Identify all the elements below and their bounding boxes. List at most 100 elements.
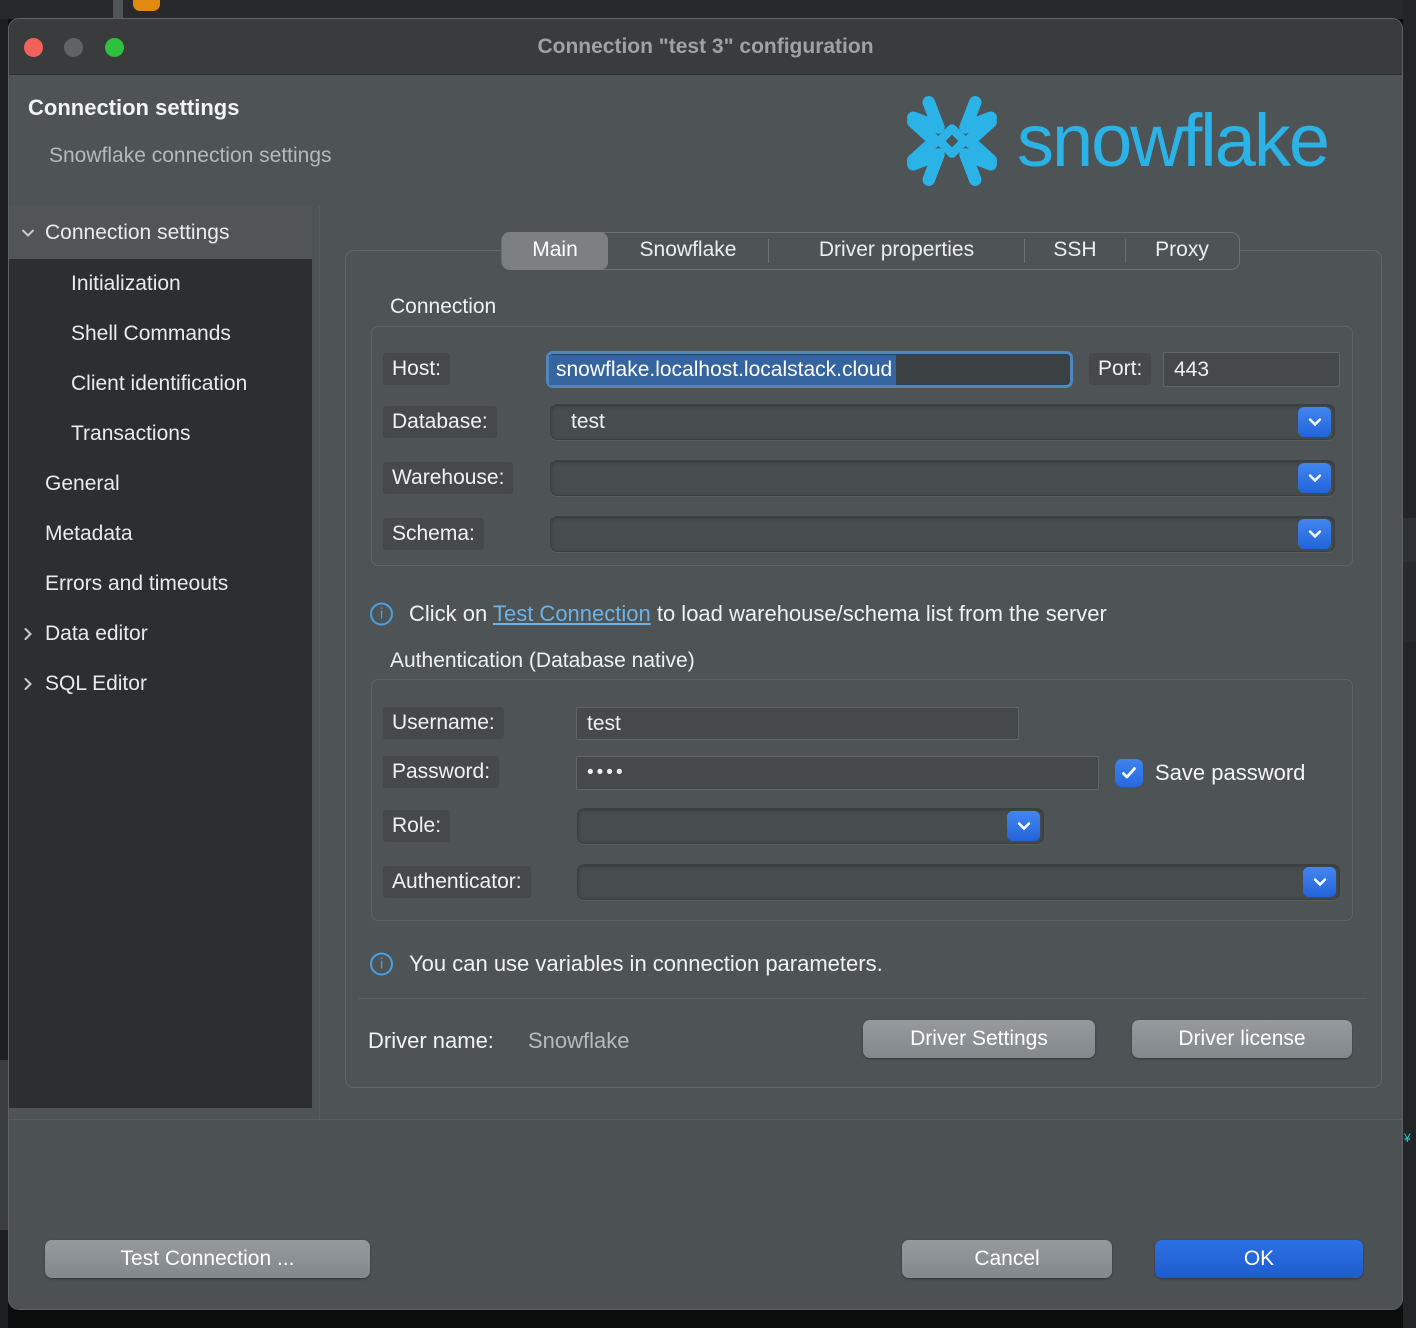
- desktop-divider: [113, 0, 123, 19]
- chevron-right-icon: [19, 625, 37, 643]
- sidebar-item-label: Connection settings: [45, 221, 229, 245]
- warehouse-combo[interactable]: [550, 460, 1335, 496]
- variables-hint: You can use variables in connection para…: [409, 951, 883, 977]
- chevron-down-icon: [1308, 417, 1322, 427]
- chevron-down-icon: [19, 224, 37, 242]
- authenticator-label: Authenticator:: [383, 866, 531, 898]
- desktop-left-strip: [0, 19, 8, 1328]
- schema-dropdown-button[interactable]: [1298, 519, 1331, 549]
- role-label: Role:: [383, 810, 450, 842]
- hint-prefix: Click on: [409, 601, 493, 626]
- sidebar-item-general[interactable]: General: [9, 459, 312, 509]
- page-subtitle: Snowflake connection settings: [49, 144, 332, 168]
- sidebar-item-label: Client identification: [71, 372, 247, 396]
- background-teal-icon: ¥: [1404, 1133, 1416, 1143]
- desktop-top-strip: [0, 0, 1416, 19]
- snowflake-logo-icon: [894, 83, 1010, 199]
- tab-driver-properties[interactable]: Driver properties: [769, 232, 1024, 270]
- database-label: Database:: [383, 406, 497, 438]
- desktop-right-strip: ¥: [1403, 0, 1416, 1328]
- warehouse-dropdown-button[interactable]: [1298, 463, 1331, 493]
- driver-license-button[interactable]: Driver license: [1132, 1020, 1352, 1058]
- snowflake-logo-text: snowflake: [1017, 97, 1328, 185]
- database-value: test: [571, 410, 605, 434]
- tab-main[interactable]: Main: [502, 232, 608, 270]
- authenticator-combo[interactable]: [577, 864, 1340, 900]
- sidebar-item-metadata[interactable]: Metadata: [9, 509, 312, 559]
- sidebar-item-label: Metadata: [45, 522, 133, 546]
- background-window-edge2: [1403, 562, 1416, 642]
- authenticator-dropdown-button[interactable]: [1303, 867, 1336, 897]
- desktop-bottom-strip: [8, 1310, 1403, 1328]
- host-label: Host:: [383, 353, 450, 385]
- hint-suffix: to load warehouse/schema list from the s…: [651, 601, 1107, 626]
- save-password-checkbox[interactable]: [1115, 759, 1143, 787]
- chevron-down-icon: [1308, 529, 1322, 539]
- background-window-edge: [1403, 518, 1416, 562]
- page-title: Connection settings: [28, 95, 239, 121]
- database-combo[interactable]: test: [550, 404, 1335, 440]
- sidebar-item-shell-commands[interactable]: Shell Commands: [9, 309, 312, 359]
- desktop-left-segment: [0, 1060, 8, 1230]
- sidebar-item-label: Shell Commands: [71, 322, 231, 346]
- ok-button[interactable]: OK: [1155, 1240, 1363, 1278]
- sidebar-item-transactions[interactable]: Transactions: [9, 409, 312, 459]
- info-icon: i: [370, 603, 393, 626]
- chevron-down-icon: [1308, 473, 1322, 483]
- schema-combo[interactable]: [550, 516, 1335, 552]
- tab-ssh[interactable]: SSH: [1025, 232, 1125, 270]
- sidebar-item-label: General: [45, 472, 120, 496]
- tab-snowflake[interactable]: Snowflake: [608, 232, 768, 270]
- password-input[interactable]: [576, 756, 1099, 790]
- sidebar-item-label: Data editor: [45, 622, 148, 646]
- sidebar-content-divider: [319, 206, 320, 1119]
- chevron-down-icon: [1313, 877, 1327, 887]
- test-connection-hint: Click on Test Connection to load warehou…: [409, 601, 1107, 627]
- role-combo[interactable]: [577, 808, 1044, 844]
- port-label: Port:: [1089, 353, 1151, 385]
- test-connection-link[interactable]: Test Connection: [493, 601, 651, 626]
- connection-configuration-dialog: Connection "test 3" configuration Connec…: [8, 18, 1403, 1310]
- dialog-tabs: Main Snowflake Driver properties SSH Pro…: [501, 232, 1240, 270]
- minimize-button[interactable]: [64, 38, 83, 57]
- driver-name-value: Snowflake: [528, 1028, 630, 1054]
- desktop: ¥ Connection "test 3" configuration Conn…: [0, 0, 1416, 1328]
- port-input[interactable]: [1163, 352, 1340, 387]
- tab-proxy[interactable]: Proxy: [1126, 232, 1238, 270]
- driver-settings-button[interactable]: Driver Settings: [863, 1020, 1095, 1058]
- chevron-right-icon: [19, 675, 37, 693]
- username-label: Username:: [383, 707, 504, 739]
- authentication-group-label: Authentication (Database native): [390, 649, 695, 673]
- title-bar: Connection "test 3" configuration: [9, 19, 1402, 75]
- host-input[interactable]: snowflake.localhost.localstack.cloud: [546, 351, 1073, 388]
- test-connection-button[interactable]: Test Connection ...: [45, 1240, 370, 1278]
- sidebar-item-connection-settings[interactable]: Connection settings: [9, 206, 312, 259]
- sidebar-item-label: Transactions: [71, 422, 190, 446]
- close-button[interactable]: [24, 38, 43, 57]
- schema-label: Schema:: [383, 518, 484, 550]
- driver-name-label: Driver name:: [368, 1028, 494, 1054]
- zoom-button[interactable]: [105, 38, 124, 57]
- save-password-label: Save password: [1155, 760, 1305, 786]
- sidebar-item-sql-editor[interactable]: SQL Editor: [9, 659, 312, 709]
- info-icon: i: [370, 953, 393, 976]
- chevron-down-icon: [1017, 821, 1031, 831]
- sidebar-item-label: Initialization: [71, 272, 181, 296]
- settings-tree: Connection settings Initialization Shell…: [9, 206, 312, 1108]
- warehouse-label: Warehouse:: [383, 462, 513, 494]
- role-dropdown-button[interactable]: [1007, 811, 1040, 841]
- driver-section-divider: [358, 998, 1367, 999]
- host-value-selected-text: snowflake.localhost.localstack.cloud: [549, 355, 896, 385]
- sidebar-item-data-editor[interactable]: Data editor: [9, 609, 312, 659]
- footer-area: [9, 1120, 1403, 1310]
- sidebar-item-initialization[interactable]: Initialization: [9, 259, 312, 309]
- database-dropdown-button[interactable]: [1298, 407, 1331, 437]
- sidebar-item-errors-and-timeouts[interactable]: Errors and timeouts: [9, 559, 312, 609]
- window-title: Connection "test 3" configuration: [9, 19, 1402, 75]
- cancel-button[interactable]: Cancel: [902, 1240, 1112, 1278]
- username-input[interactable]: [576, 707, 1019, 740]
- password-label: Password:: [383, 756, 499, 788]
- sidebar-item-client-identification[interactable]: Client identification: [9, 359, 312, 409]
- sidebar-item-label: Errors and timeouts: [45, 572, 228, 596]
- connection-group-label: Connection: [390, 295, 496, 319]
